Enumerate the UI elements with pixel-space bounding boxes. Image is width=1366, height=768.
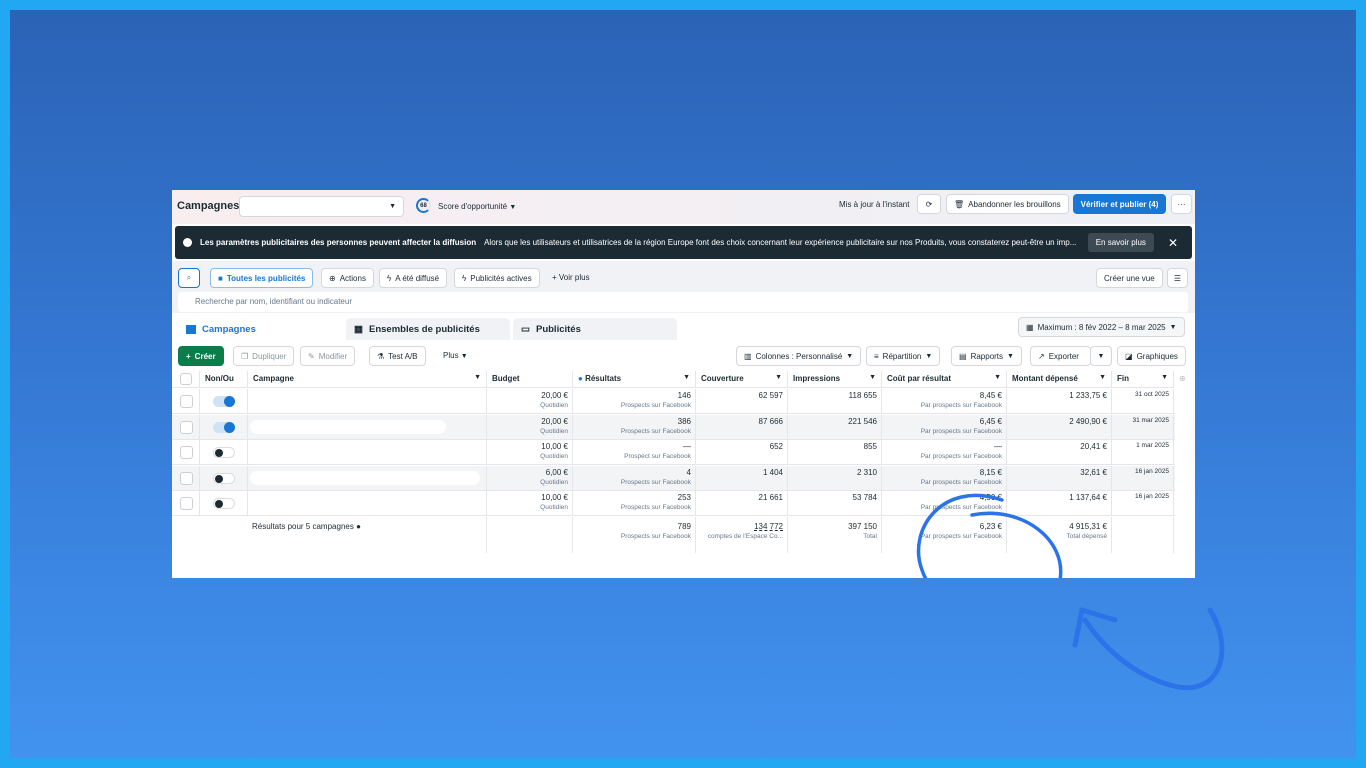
annotation-arrow bbox=[1072, 607, 1225, 691]
annotation-circle bbox=[916, 493, 1063, 578]
ads-manager-window: Campagnes ▼ 68 Score d'opportunité ▼ Mis… bbox=[172, 190, 1195, 578]
